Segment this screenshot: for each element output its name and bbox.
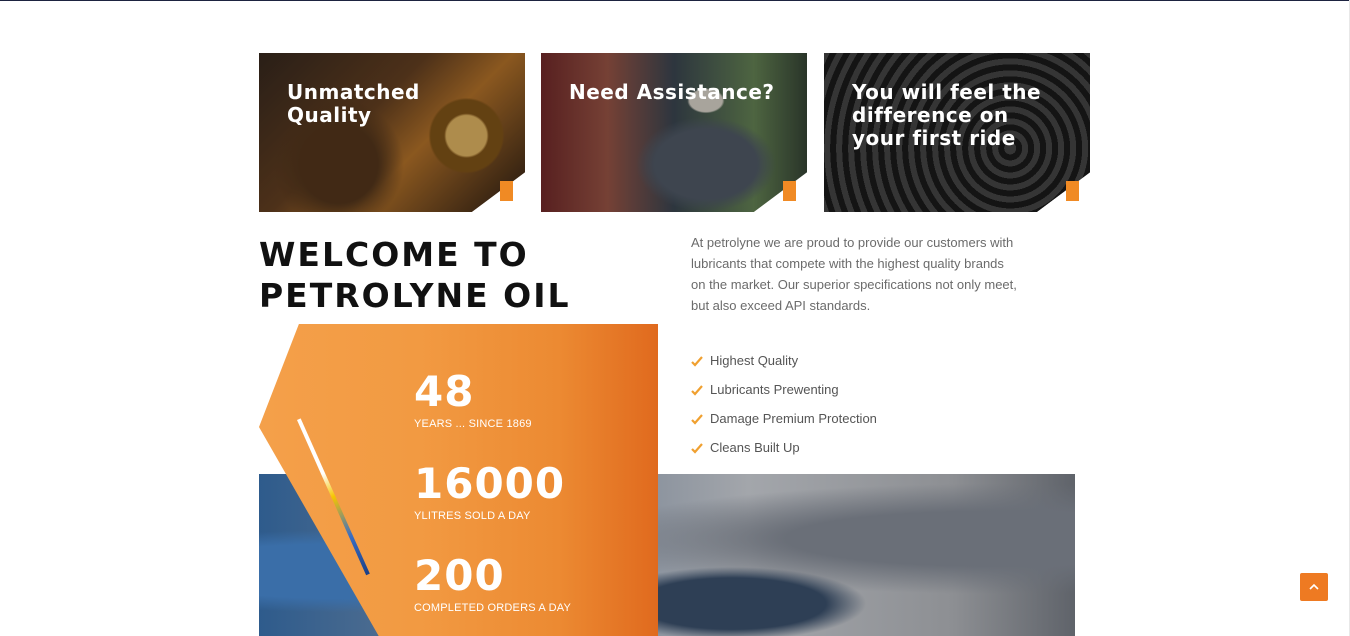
stat-label: YLITRES SOLD A DAY	[414, 510, 531, 522]
list-item: Lubricants Prewenting	[691, 375, 877, 404]
stat-years: 48 YEARS ... SINCE 1869	[414, 369, 532, 431]
stat-label: COMPLETED ORDERS A DAY	[414, 602, 572, 614]
welcome-heading: WELCOME TO PETROLYNE OIL	[259, 234, 639, 316]
stat-value: 48	[414, 367, 475, 416]
intro-paragraph: At petrolyne we are proud to provide our…	[691, 235, 1017, 313]
feature-list: Highest Quality Lubricants Prewenting Da…	[691, 346, 877, 462]
scroll-top-button[interactable]	[1300, 573, 1328, 601]
list-item: Cleans Built Up	[691, 433, 877, 462]
check-icon	[691, 355, 703, 367]
stat-label: YEARS ... SINCE 1869	[414, 418, 532, 430]
card-unmatched-quality[interactable]: Unmatched Quality	[259, 53, 525, 212]
card-feel-difference[interactable]: You will feel the difference on your fir…	[824, 53, 1090, 212]
card-need-assistance[interactable]: Need Assistance?	[541, 53, 807, 212]
check-icon	[691, 442, 703, 454]
welcome-line-2: PETROLYNE OIL	[259, 276, 571, 315]
feature-label: Damage Premium Protection	[710, 411, 877, 426]
welcome-line-1: WELCOME TO	[259, 235, 529, 274]
card-title: Need Assistance?	[569, 80, 775, 104]
feature-label: Cleans Built Up	[710, 440, 800, 455]
stat-litres: 16000 YLITRES SOLD A DAY	[414, 461, 565, 523]
top-border	[0, 0, 1350, 1]
stat-orders: 200 COMPLETED ORDERS A DAY	[414, 553, 571, 615]
card-corner-accent	[783, 181, 796, 201]
card-corner-accent	[1066, 181, 1079, 201]
feature-label: Highest Quality	[710, 353, 799, 368]
card-title: Unmatched Quality	[287, 80, 420, 127]
stat-value: 200	[414, 551, 505, 600]
card-title: You will feel the difference on your fir…	[852, 80, 1042, 150]
card-corner-accent	[500, 181, 513, 201]
list-item: Damage Premium Protection	[691, 404, 877, 433]
list-item: Highest Quality	[691, 346, 877, 375]
chevron-up-icon	[1309, 583, 1319, 590]
stat-value: 16000	[414, 459, 566, 508]
feature-label: Lubricants Prewenting	[710, 382, 839, 397]
check-icon	[691, 384, 703, 396]
check-icon	[691, 413, 703, 425]
